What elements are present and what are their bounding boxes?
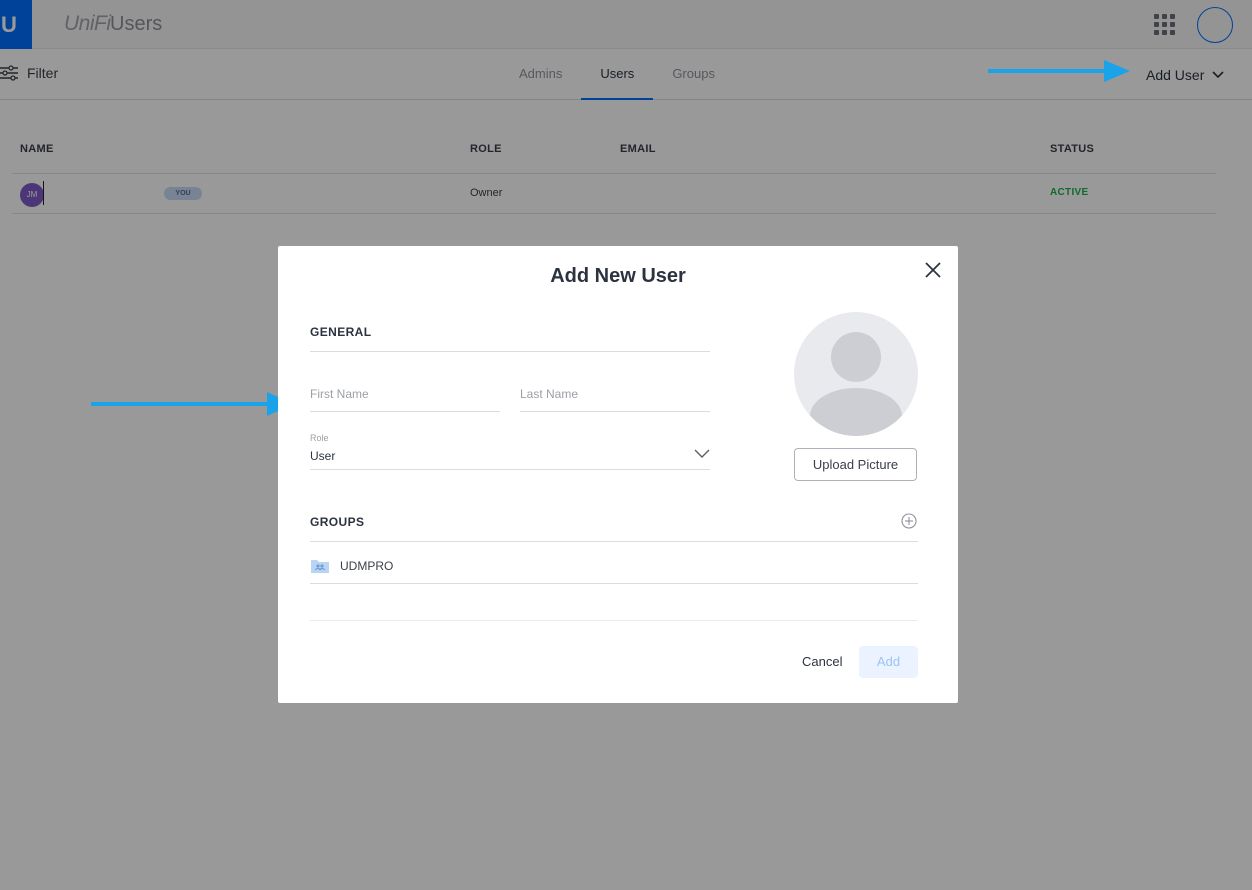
chevron-down-icon[interactable]: [694, 449, 710, 459]
first-name-field[interactable]: First Name: [310, 387, 369, 401]
add-user-modal: Add New User GENERAL First Name Last Nam…: [278, 246, 958, 703]
add-button[interactable]: Add: [859, 646, 918, 678]
avatar-placeholder-icon: [794, 312, 918, 436]
divider: [310, 620, 918, 621]
cancel-button[interactable]: Cancel: [802, 654, 842, 669]
last-name-field[interactable]: Last Name: [520, 387, 578, 401]
last-name-underline: [520, 411, 710, 412]
role-select[interactable]: User: [310, 449, 335, 463]
modal-title: Add New User: [550, 265, 686, 287]
general-section-title: GENERAL: [310, 325, 372, 339]
role-label: Role: [310, 433, 329, 443]
annotation-arrow-right-icon: [91, 392, 294, 416]
add-circle-icon[interactable]: [901, 513, 917, 529]
divider: [310, 541, 918, 542]
groups-section-title: GROUPS: [310, 515, 365, 529]
group-folder-icon: [311, 560, 329, 573]
divider: [310, 583, 918, 584]
close-icon[interactable]: [924, 261, 942, 279]
divider: [310, 351, 710, 352]
role-underline: [310, 469, 710, 470]
annotation-arrow-right-icon: [988, 60, 1130, 82]
group-item-udmpro[interactable]: UDMPRO: [340, 559, 393, 573]
upload-picture-button[interactable]: Upload Picture: [794, 448, 917, 481]
first-name-underline: [310, 411, 500, 412]
